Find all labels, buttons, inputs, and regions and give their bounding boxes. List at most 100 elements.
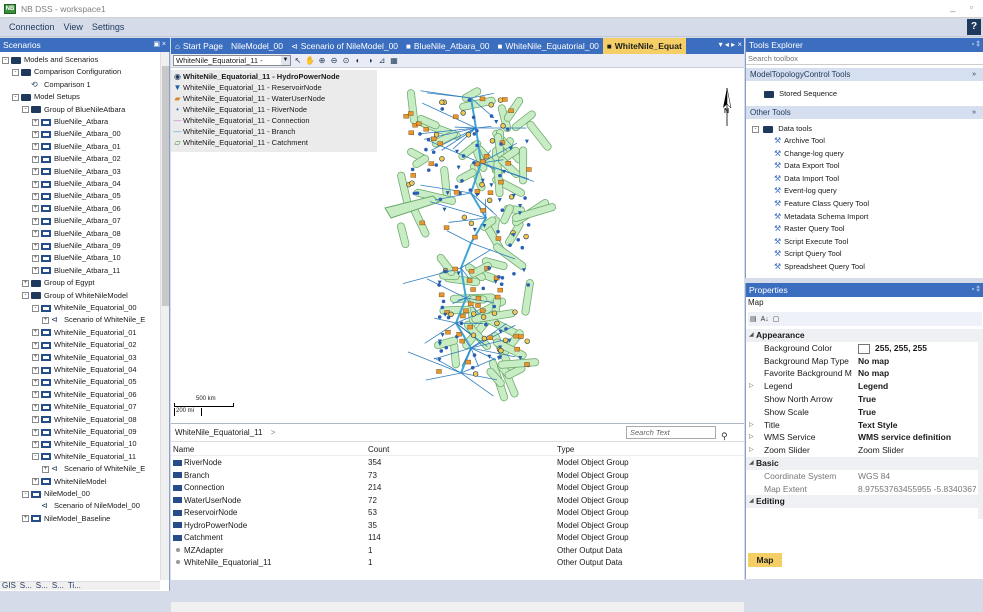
collapse-box-icon[interactable]: - [2, 57, 9, 64]
tree-node[interactable]: +WhiteNile_Equatorial_04 [32, 364, 137, 376]
collapse-box-icon[interactable]: - [12, 69, 19, 76]
map-canvas[interactable]: ◉WhiteNile_Equatorial_11 - HydroPowerNod… [171, 68, 744, 422]
tab-scenarios[interactable]: S... [20, 581, 32, 590]
tool-item[interactable]: ⚒Data Export Tool [774, 160, 839, 172]
tree-node[interactable]: +⊲Scenario of WhiteNile_E [42, 463, 145, 475]
breadcrumb-arrow[interactable]: > [271, 428, 276, 437]
table-row[interactable]: Catchment114Model Object Group [171, 532, 744, 544]
tree-node[interactable]: +WhiteNile_Equatorial_01 [32, 327, 137, 339]
pan-icon[interactable]: ✋ [305, 56, 315, 66]
expand-box-icon[interactable]: + [32, 218, 39, 225]
collapse-icon[interactable]: » [972, 68, 976, 81]
table-row[interactable]: MZAdapter1Other Output Data [171, 545, 744, 557]
doc-tab[interactable]: ■WhiteNile_Equat [603, 38, 686, 54]
property-value[interactable]: True [858, 393, 976, 406]
section-other-tools[interactable]: Other Tools » [746, 106, 983, 119]
tree-node[interactable]: +WhiteNile_Equatorial_05 [32, 376, 137, 388]
tab-map[interactable]: Map [748, 553, 782, 567]
doc-tab[interactable]: ■BlueNile_Atbara_00 [402, 38, 493, 54]
menu-connection[interactable]: Connection [9, 22, 55, 32]
collapse-triangle-icon[interactable]: ◢ [749, 457, 754, 470]
expand-triangle-icon[interactable]: ▷ [749, 419, 754, 432]
collapse-box-icon[interactable]: - [32, 305, 39, 312]
menu-settings[interactable]: Settings [92, 22, 125, 32]
property-row[interactable]: Background Color255, 255, 255 [746, 342, 978, 355]
tree-node[interactable]: -Models and Scenarios [2, 54, 98, 66]
tool-item[interactable]: ⚒Spreadsheet Query Tool [774, 261, 865, 273]
expand-box-icon[interactable]: + [32, 143, 39, 150]
tree-node[interactable]: +BlueNile_Atbara_04 [32, 178, 121, 190]
tree-node[interactable]: +WhiteNile_Equatorial_06 [32, 389, 137, 401]
layer-select[interactable]: WhiteNile_Equatorial_11 - ▼ [173, 55, 291, 66]
expand-box-icon[interactable]: + [32, 243, 39, 250]
property-value[interactable]: No map [858, 355, 976, 368]
property-row[interactable]: ▷WMS ServiceWMS service definition [746, 431, 978, 444]
tab-s3[interactable]: S... [52, 581, 64, 590]
property-value[interactable]: True [858, 406, 976, 419]
table-row[interactable]: WaterUserNode72Model Object Group [171, 495, 744, 507]
tool-item[interactable]: ⚒Metadata Schema Import [774, 211, 868, 223]
chevron-down-icon[interactable]: ▼ [281, 56, 290, 65]
expand-box-icon[interactable]: + [32, 478, 39, 485]
measure-icon[interactable]: ⊿ [377, 56, 387, 66]
tree-node[interactable]: +BlueNile_Atbara_08 [32, 228, 121, 240]
expand-box-icon[interactable]: + [32, 156, 39, 163]
window-controls[interactable]: _ ▫ [950, 2, 979, 12]
collapse-box-icon[interactable]: - [32, 453, 39, 460]
expand-box-icon[interactable]: + [32, 429, 39, 436]
search-icon[interactable]: ⚲ [721, 427, 733, 439]
table-row[interactable]: Connection214Model Object Group [171, 482, 744, 494]
tree-node[interactable]: -WhiteNile_Equatorial_11 [32, 451, 136, 463]
property-row[interactable]: Background Map TypeNo map [746, 355, 978, 368]
property-row[interactable]: ▷Zoom SliderZoom Slider [746, 444, 978, 457]
expand-box-icon[interactable]: + [32, 354, 39, 361]
section-modeltopology[interactable]: ModelTopologyControl Tools » [746, 68, 983, 81]
property-value[interactable]: WGS 84 [858, 470, 976, 483]
expand-box-icon[interactable]: + [42, 466, 49, 473]
expand-box-icon[interactable]: + [32, 255, 39, 262]
property-value[interactable]: WMS service definition [858, 431, 976, 444]
alphabetical-icon[interactable]: A↓ [761, 316, 769, 323]
pin-icon[interactable]: ▫ ‡ [972, 38, 980, 52]
tree-node[interactable]: +BlueNile_Atbara_02 [32, 153, 121, 165]
tree-node[interactable]: +WhiteNile_Equatorial_10 [32, 438, 137, 450]
pin-icon[interactable]: ▫ ‡ [972, 283, 980, 297]
expand-box-icon[interactable]: + [32, 416, 39, 423]
tree-node[interactable]: +WhiteNile_Equatorial_09 [32, 426, 137, 438]
tree-node[interactable]: +BlueNile_Atbara_11 [32, 265, 120, 277]
zoom-next-icon[interactable]: ◑ [365, 56, 375, 66]
layers-icon[interactable]: ▦ [389, 56, 399, 66]
expand-triangle-icon[interactable]: ▷ [749, 380, 754, 393]
tool-item[interactable]: ⚒Raster Query Tool [774, 223, 844, 235]
property-category[interactable]: ◢Editing [746, 495, 978, 508]
tree-node[interactable]: -NileModel_00 [22, 488, 90, 500]
expand-box-icon[interactable]: + [32, 168, 39, 175]
tree-node[interactable]: -Model Setups [12, 91, 80, 103]
zoom-in-icon[interactable]: ⊕ [317, 56, 327, 66]
expand-box-icon[interactable]: + [32, 329, 39, 336]
expand-triangle-icon[interactable]: ▷ [749, 444, 754, 457]
tree-node[interactable]: +BlueNile_Atbara_10 [32, 252, 121, 264]
table-row[interactable]: WhiteNile_Equatorial_111Other Output Dat… [171, 557, 744, 569]
zoom-extent-icon[interactable]: ⊙ [341, 56, 351, 66]
expand-box-icon[interactable]: + [32, 181, 39, 188]
pin-close-icon[interactable]: ▣ × [153, 38, 166, 52]
property-row[interactable]: ▷LegendLegend [746, 380, 978, 393]
tool-item[interactable]: ⚒Event-log query [774, 185, 837, 197]
expand-box-icon[interactable]: + [32, 119, 39, 126]
collapse-box-icon[interactable]: - [752, 126, 759, 133]
property-value[interactable]: 8.97553763455955 -5.83403679 [858, 483, 976, 496]
tree-node[interactable]: +BlueNile_Atbara_00 [32, 128, 121, 140]
tree-node[interactable]: -Group of WhiteNileModel [22, 290, 128, 302]
search-input[interactable]: Search Text [626, 426, 716, 439]
table-row[interactable]: RiverNode354Model Object Group [171, 457, 744, 469]
collapse-box-icon[interactable]: - [22, 292, 29, 299]
tab-time[interactable]: Ti... [68, 581, 81, 590]
property-category[interactable]: ◢Appearance [746, 329, 978, 342]
scroll-thumb[interactable] [162, 66, 169, 306]
tree-node[interactable]: +WhiteNile_Equatorial_02 [32, 339, 137, 351]
property-value[interactable]: Zoom Slider [858, 444, 976, 457]
tool-item[interactable]: ⚒Change-log query [774, 148, 844, 160]
expand-box-icon[interactable]: + [22, 280, 29, 287]
tree-node[interactable]: +WhiteNileModel [32, 476, 107, 488]
